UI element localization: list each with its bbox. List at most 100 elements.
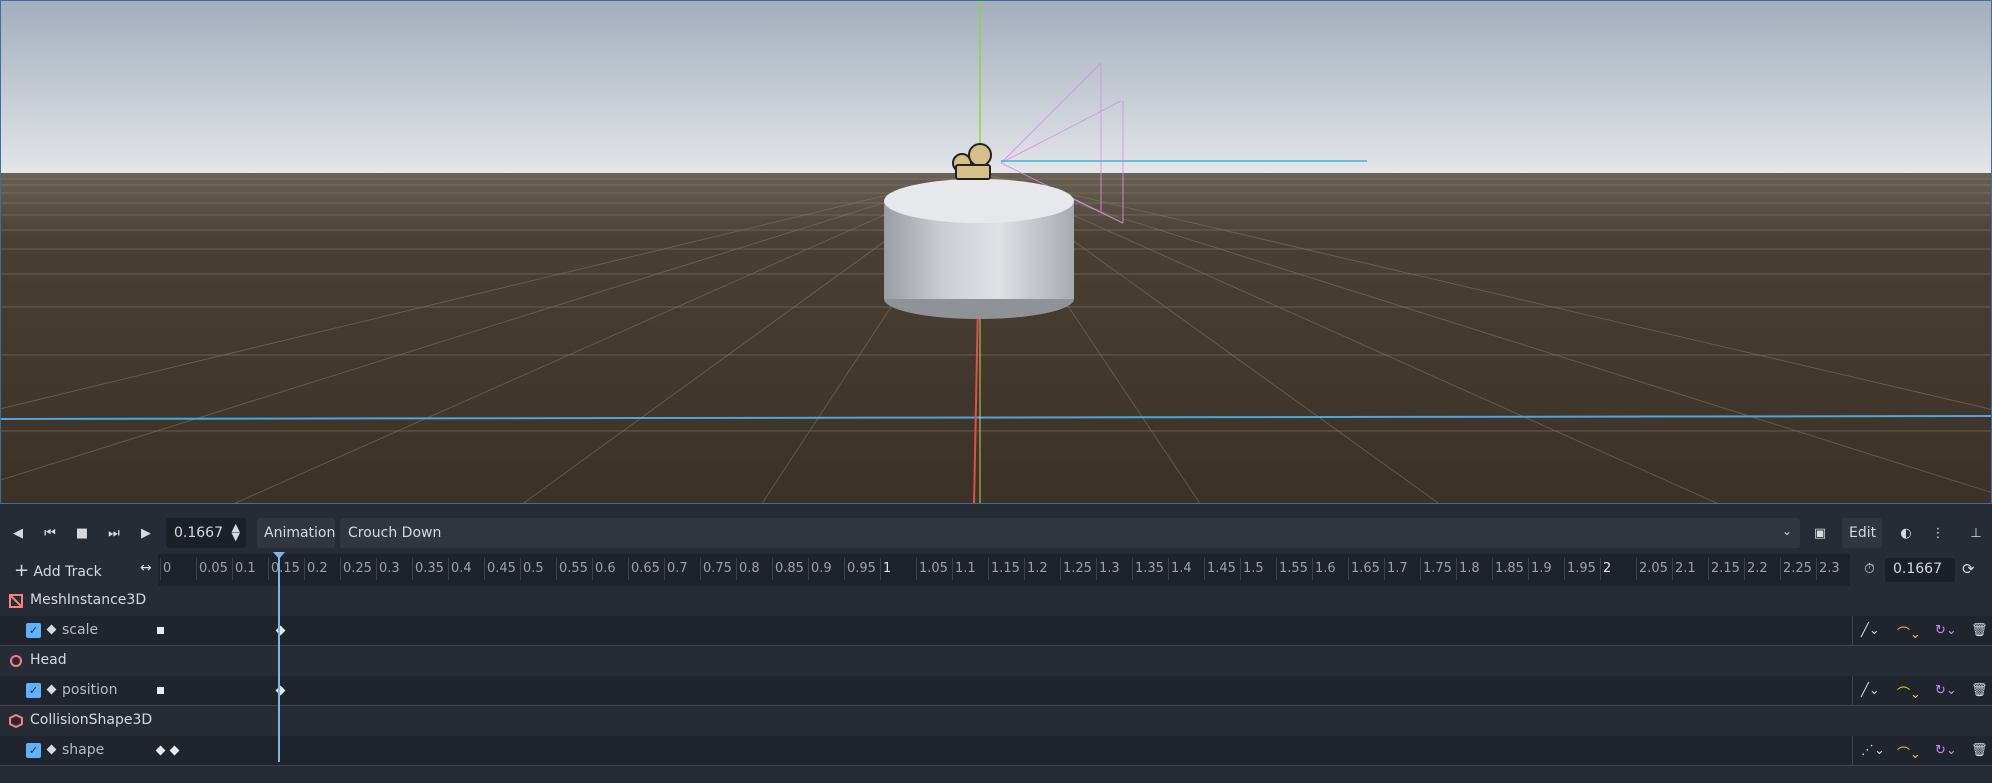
tick-label: 0.85 xyxy=(775,561,804,576)
animation-name: Crouch Down xyxy=(348,525,442,541)
tick-line xyxy=(700,558,701,580)
animation-length-field[interactable]: 0.1667 xyxy=(1885,558,1955,582)
track-node-row[interactable]: CollisionShape3D xyxy=(0,706,1992,736)
loop-wrap-icon[interactable]: ↻⌄ xyxy=(1935,743,1957,758)
tick-line xyxy=(880,558,881,580)
trash-icon[interactable]: 🗑 xyxy=(1971,623,1988,638)
tick-line xyxy=(808,558,809,580)
tick-label: 1.15 xyxy=(991,561,1020,576)
tick-line xyxy=(1816,558,1817,580)
track-enabled-checkbox[interactable]: ✓ xyxy=(26,683,41,698)
onion-skin-icon[interactable]: ◐ xyxy=(1892,518,1920,548)
tick-line xyxy=(916,558,917,580)
more-options-icon[interactable]: ⋮ xyxy=(1924,518,1952,548)
tick-line xyxy=(1600,558,1601,580)
play-button[interactable]: ▶ xyxy=(132,518,160,548)
collision-shape-icon xyxy=(9,713,23,729)
track-node-row[interactable]: Head xyxy=(0,646,1992,676)
tick-label: 1.75 xyxy=(1423,561,1452,576)
tick-line xyxy=(1384,558,1385,580)
tick-label: 0.4 xyxy=(451,561,472,576)
autoplay-icon[interactable]: ▣ xyxy=(1806,518,1834,548)
tick-label: 0.9 xyxy=(811,561,832,576)
pin-icon[interactable]: ⊥ xyxy=(1962,518,1990,548)
tick-line xyxy=(952,558,953,580)
zoom-handle-icon[interactable]: ↔ xyxy=(140,560,152,576)
track-keyframe-area[interactable] xyxy=(155,736,1850,766)
interpolation-icon[interactable]: ⌒⌄ xyxy=(1897,623,1921,642)
play-from-start-button[interactable]: ⏭ xyxy=(100,518,128,548)
stop-button[interactable]: ■ xyxy=(68,518,96,548)
track-node-row[interactable]: MeshInstance3D xyxy=(0,586,1992,616)
play-backwards-from-end-button[interactable]: ⏮ xyxy=(36,518,64,548)
tick-line xyxy=(1708,558,1709,580)
track-property-name[interactable]: scale xyxy=(62,622,98,638)
loop-wrap-icon[interactable]: ↻⌄ xyxy=(1935,683,1957,698)
tick-label: 0.55 xyxy=(559,561,588,576)
animation-selector[interactable]: Crouch Down ⌄ xyxy=(340,518,1800,548)
track-enabled-checkbox[interactable]: ✓ xyxy=(26,743,41,758)
track-keyframe-area[interactable] xyxy=(157,616,1850,646)
tick-label: 0.7 xyxy=(667,561,688,576)
edit-menu-button[interactable]: Edit xyxy=(1842,518,1882,548)
tick-label: 1.45 xyxy=(1207,561,1236,576)
track-row[interactable]: ✓ shape ⋰⌄ ⌒⌄ ↻⌄ 🗑 xyxy=(0,736,1992,766)
spinner-icon[interactable]: ▲ ▼ xyxy=(232,522,240,542)
keyframe-type-icon xyxy=(46,624,57,635)
update-mode-icon[interactable]: ╱⌄ xyxy=(1861,683,1880,698)
tick-label: 2.25 xyxy=(1783,561,1812,576)
tick-line xyxy=(160,558,161,580)
keyframe[interactable] xyxy=(157,627,164,634)
interpolation-icon[interactable]: ⌒⌄ xyxy=(1897,683,1921,702)
mesh-instance-icon xyxy=(9,594,23,608)
timeline-ruler[interactable]: 0 0.05 0.1 0.15 0.2 0.25 0.3 0.35 0.4 0.45 0.5 0.55… xyxy=(158,554,1850,586)
tick-line xyxy=(1312,558,1313,580)
tick-line xyxy=(196,558,197,580)
add-track-button[interactable]: + Add Track xyxy=(14,560,102,581)
track-row[interactable]: ✓ scale ╱⌄ ⌒⌄ ↻⌄ 🗑 xyxy=(0,616,1992,646)
tick-label: 2.15 xyxy=(1711,561,1740,576)
tick-label: 2.1 xyxy=(1675,561,1696,576)
track-property-name[interactable]: shape xyxy=(62,742,104,758)
track-enabled-checkbox[interactable]: ✓ xyxy=(26,623,41,638)
play-backwards-button[interactable]: ◀ xyxy=(4,518,32,548)
keyframe[interactable] xyxy=(155,745,166,756)
track-controls: ⋰⌄ ⌒⌄ ↻⌄ 🗑 xyxy=(1852,736,1992,766)
tick-label: 0.3 xyxy=(379,561,400,576)
current-time-field[interactable]: 0.1667 ▲ ▼ xyxy=(166,518,246,548)
3d-viewport[interactable] xyxy=(0,0,1992,504)
tick-label: 0.6 xyxy=(595,561,616,576)
update-mode-icon[interactable]: ╱⌄ xyxy=(1861,623,1880,638)
tick-label: 2 xyxy=(1603,561,1612,576)
tick-line xyxy=(1672,558,1673,580)
tick-line xyxy=(556,558,557,580)
timer-icon: ⏱ xyxy=(1864,561,1875,577)
tick-label: 0.05 xyxy=(199,561,228,576)
trash-icon[interactable]: 🗑 xyxy=(1971,743,1988,758)
tick-label: 1.8 xyxy=(1459,561,1480,576)
tick-line xyxy=(1060,558,1061,580)
tick-line xyxy=(1240,558,1241,580)
track-property-name[interactable]: position xyxy=(62,682,117,698)
interpolation-icon[interactable]: ⌒⌄ xyxy=(1897,743,1921,762)
tick-line xyxy=(412,558,413,580)
playhead-line[interactable] xyxy=(278,554,280,762)
tick-label: 2.2 xyxy=(1747,561,1768,576)
keyframe[interactable] xyxy=(169,745,180,756)
tick-line xyxy=(1132,558,1133,580)
tick-label: 1.95 xyxy=(1567,561,1596,576)
tick-label: 0.5 xyxy=(523,561,544,576)
current-time-value: 0.1667 xyxy=(174,525,223,541)
tick-line xyxy=(304,558,305,580)
trash-icon[interactable]: 🗑 xyxy=(1971,683,1988,698)
animation-menu-button[interactable]: Animation xyxy=(257,518,335,548)
track-keyframe-area[interactable] xyxy=(157,676,1850,706)
keyframe[interactable] xyxy=(157,687,164,694)
loop-wrap-icon[interactable]: ↻⌄ xyxy=(1935,623,1957,638)
tick-label: 1.2 xyxy=(1027,561,1048,576)
track-row[interactable]: ✓ position ╱⌄ ⌒⌄ ↻⌄ 🗑 xyxy=(0,676,1992,706)
tick-line xyxy=(1528,558,1529,580)
update-mode-icon[interactable]: ⋰⌄ xyxy=(1861,743,1885,758)
tick-line xyxy=(736,558,737,580)
loop-icon[interactable]: ⟳ xyxy=(1962,560,1975,578)
